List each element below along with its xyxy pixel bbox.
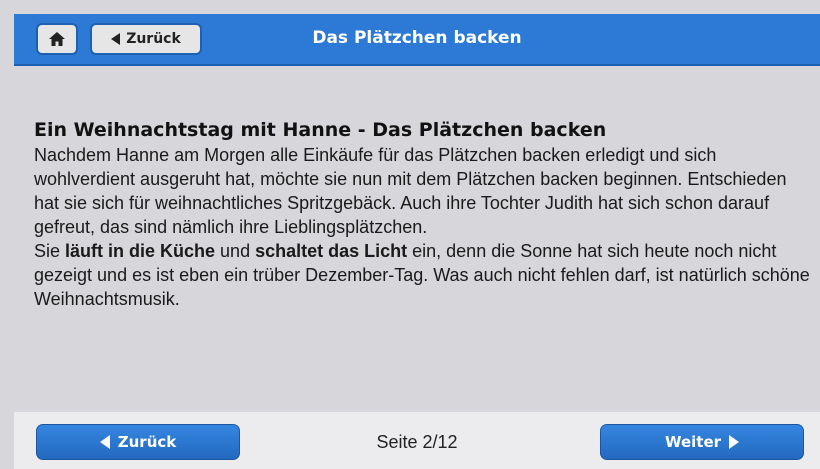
story-paragraph-1: Nachdem Hanne am Morgen alle Einkäufe fü… — [34, 145, 787, 237]
previous-page-button[interactable]: Zurück — [36, 424, 240, 460]
p2-start: Sie — [34, 241, 66, 261]
next-page-button[interactable]: Weiter — [600, 424, 804, 460]
back-button-label: Zurück — [126, 31, 181, 47]
action-enter-kitchen: läuft in die Küche — [65, 241, 216, 261]
arrow-left-icon — [111, 33, 121, 45]
back-button[interactable]: Zurück — [90, 23, 202, 55]
page-indicator: Seite 2/12 — [376, 431, 458, 452]
arrow-right-icon — [729, 435, 740, 449]
action-switch-light: schaltet das Licht — [255, 241, 408, 261]
previous-button-label: Zurück — [117, 433, 177, 451]
p2-mid: und — [215, 241, 256, 261]
story-paragraph-2: Sie läuft in die Küche und schaltet das … — [34, 239, 814, 311]
home-icon — [49, 32, 65, 46]
arrow-left-icon — [99, 435, 110, 449]
next-button-label: Weiter — [664, 433, 722, 451]
story-content: Ein Weihnachtstag mit Hanne - Das Plätzc… — [34, 118, 814, 311]
story-heading: Ein Weihnachtstag mit Hanne - Das Plätzc… — [34, 119, 607, 141]
header-bar: Zurück Das Plätzchen backen — [14, 14, 820, 66]
home-button[interactable] — [36, 23, 78, 55]
footer-bar: Zurück Seite 2/12 Weiter — [14, 412, 820, 469]
